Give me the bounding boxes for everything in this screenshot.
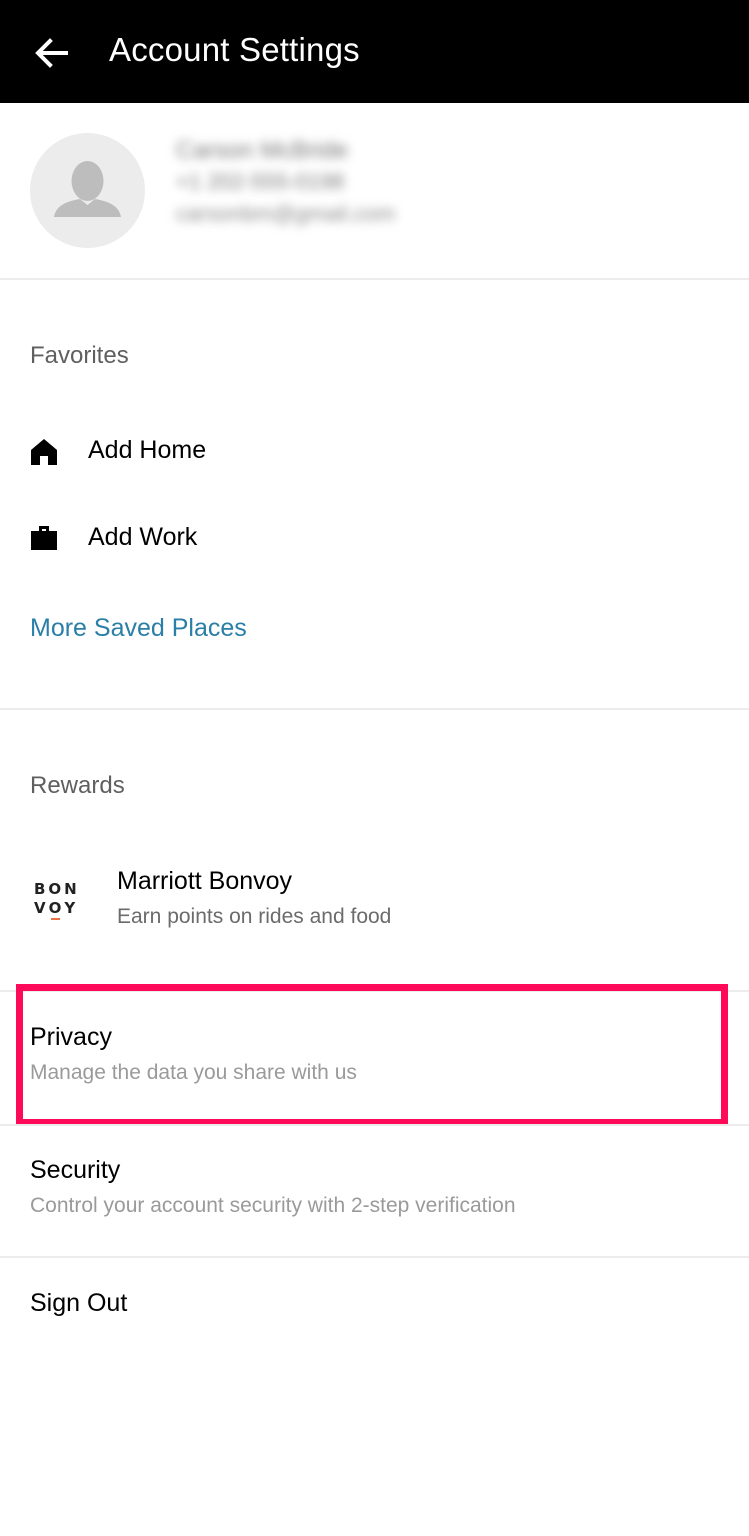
home-icon [31,439,57,465]
favorites-heading: Favorites [30,342,129,369]
app-header: Account Settings [0,0,749,103]
bonvoy-logo: BON VOY [34,880,86,920]
add-home-label: Add Home [88,436,207,464]
profile-phone: +1 202-555-0198 [176,169,345,194]
privacy-title: Privacy [30,1023,112,1051]
add-home-item[interactable]: Add Home [0,410,749,492]
bonvoy-logo-line-1: BON [34,880,80,898]
more-saved-places-link[interactable]: More Saved Places [30,614,247,643]
add-work-label: Add Work [88,523,198,551]
person-silhouette-icon [54,161,121,217]
briefcase-icon [31,526,57,550]
privacy-subtitle: Manage the data you share with us [30,1061,357,1084]
profile-section: Carson McBride +1 202-555-0198 carsonbm@… [0,103,749,279]
security-title: Security [30,1156,121,1184]
divider [0,708,749,710]
divider [0,278,749,280]
rewards-heading: Rewards [30,772,125,799]
profile-email: carsonbm@gmail.com [176,201,396,226]
page-title: Account Settings [109,31,360,68]
marriott-bonvoy-subtitle: Earn points on rides and food [117,905,392,928]
arrow-left-icon [35,38,68,68]
profile-name: Carson McBride [176,137,349,164]
security-subtitle: Control your account security with 2-ste… [30,1194,516,1217]
security-item[interactable] [0,1126,749,1256]
back-button[interactable] [30,32,72,74]
sign-out-label: Sign Out [30,1289,128,1317]
bonvoy-logo-accent-letter: O [48,899,65,920]
add-work-item[interactable]: Add Work [0,497,749,579]
marriott-bonvoy-title: Marriott Bonvoy [117,867,293,895]
avatar[interactable] [30,133,145,248]
bonvoy-logo-line-2: VOY [34,899,79,920]
privacy-item[interactable] [0,992,749,1122]
